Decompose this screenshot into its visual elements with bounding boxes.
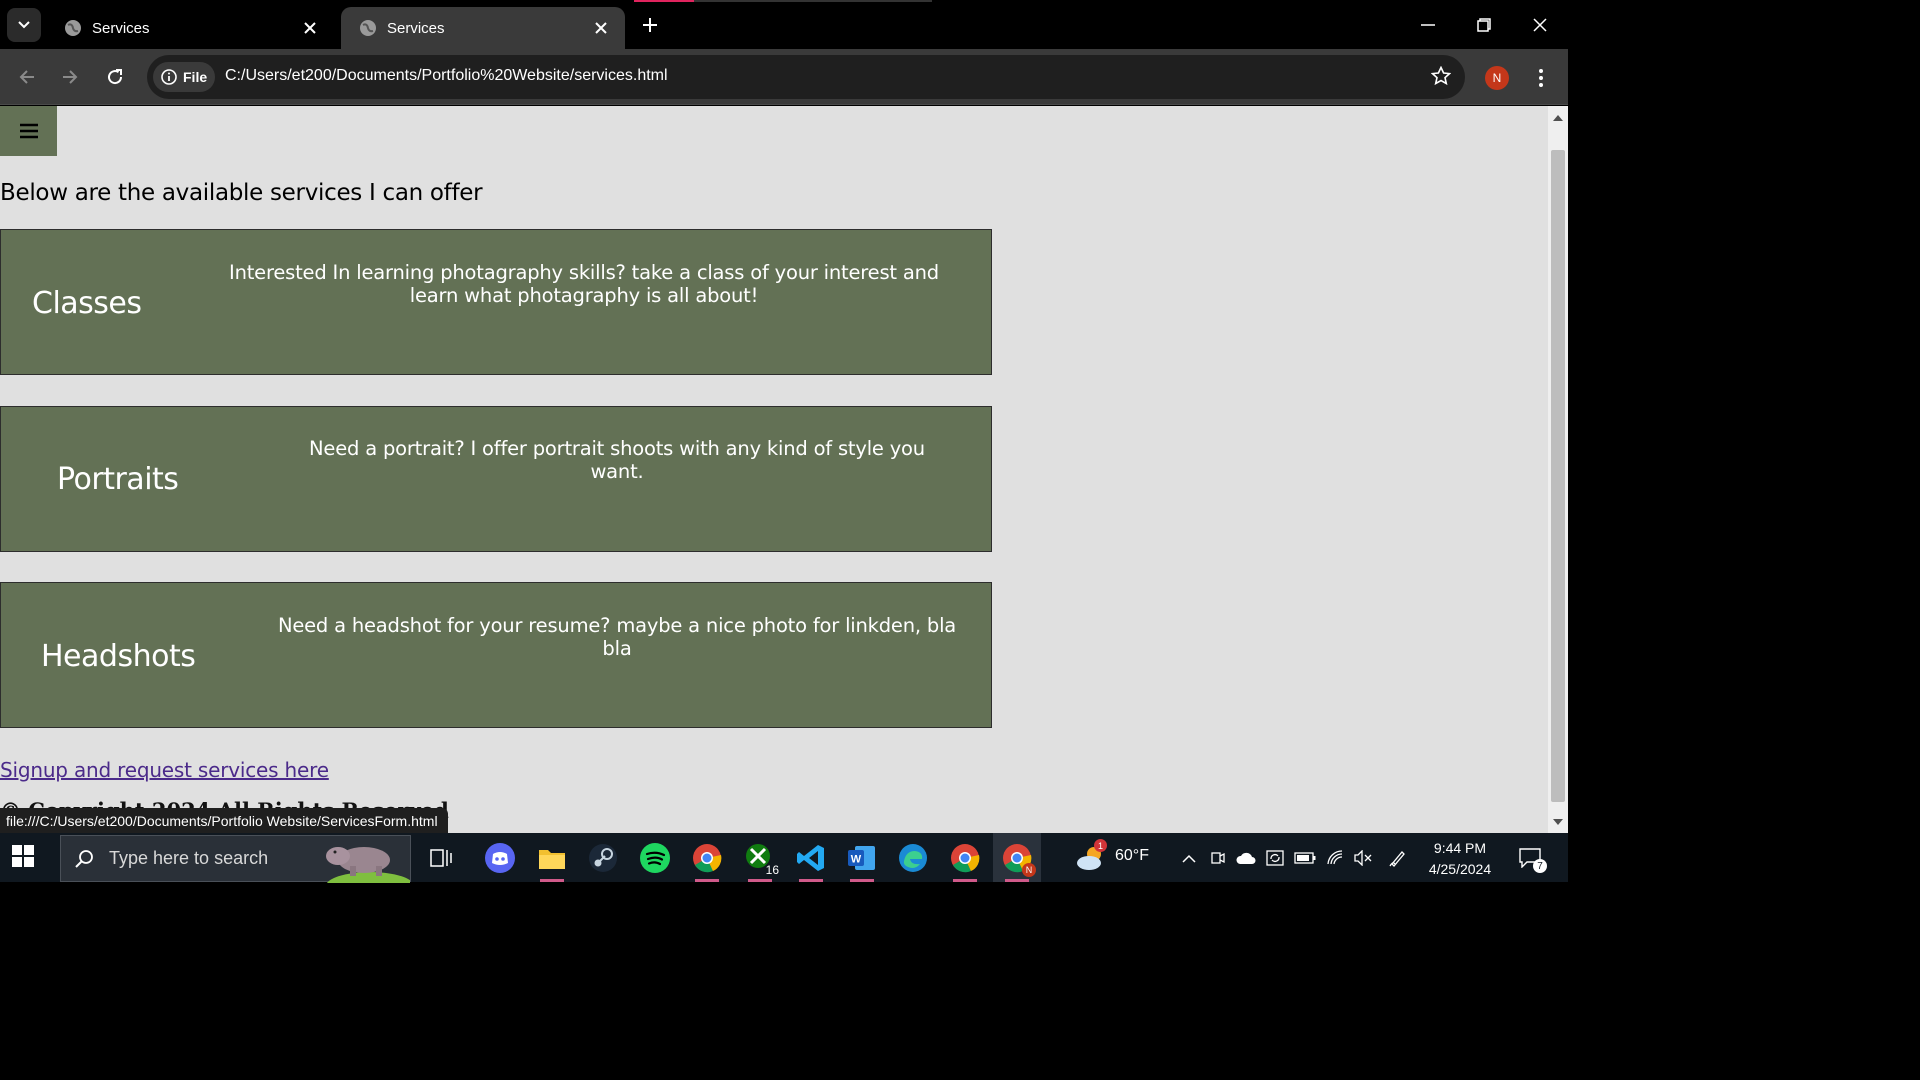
weather-icon[interactable]: 1 [1073, 839, 1107, 875]
tab-strip: Services Services [0, 0, 1568, 49]
restore-button[interactable] [1469, 10, 1499, 40]
signup-link[interactable]: Signup and request services here [0, 758, 329, 782]
close-icon [1533, 18, 1547, 32]
chrome-icon[interactable] [948, 841, 982, 882]
back-button[interactable] [11, 61, 43, 93]
edge-icon[interactable] [896, 841, 930, 875]
more-vertical-icon [1539, 69, 1543, 87]
info-icon [161, 69, 177, 85]
scroll-up-arrow-icon[interactable] [1552, 112, 1564, 124]
service-card-portraits: Portraits Need a portrait? I offer portr… [0, 406, 992, 552]
search-placeholder: Type here to search [109, 848, 269, 868]
minimize-button[interactable] [1413, 10, 1443, 40]
close-window-button[interactable] [1525, 10, 1555, 40]
xbox-badge: 16 [763, 863, 781, 877]
weather-temperature[interactable]: 60°F [1115, 847, 1149, 865]
clock-date: 4/25/2024 [1428, 861, 1492, 877]
vscode-icon[interactable] [794, 841, 828, 882]
windows-logo-icon [12, 845, 34, 867]
clock-time: 9:44 PM [1433, 840, 1487, 856]
arrow-left-icon [19, 70, 34, 84]
discord-icon[interactable] [483, 841, 517, 875]
service-description: Interested In learning photagraphy skill… [229, 261, 939, 307]
service-title: Portraits [57, 462, 179, 497]
address-bar[interactable]: File C:/Users/et200/Documents/Portfolio%… [147, 55, 1465, 99]
reload-button[interactable] [99, 61, 131, 93]
volume-muted-icon[interactable] [1346, 841, 1380, 875]
hamburger-menu-button[interactable] [0, 106, 57, 156]
link-status-bubble: file:///C:/Users/et200/Documents/Portfol… [0, 808, 448, 833]
close-tab-icon[interactable] [300, 18, 320, 38]
globe-icon [360, 20, 376, 36]
sync-icon[interactable] [1258, 841, 1292, 875]
plus-icon [643, 18, 657, 32]
browser-menu-button[interactable] [1530, 64, 1552, 92]
tab-title: Services [387, 19, 445, 37]
new-tab-button[interactable] [636, 11, 664, 39]
arrow-right-icon [63, 70, 78, 84]
file-explorer-icon[interactable] [535, 841, 569, 882]
scrollbar-thumb[interactable] [1551, 150, 1565, 802]
page-scrollbar[interactable] [1548, 106, 1568, 833]
browser-toolbar: File C:/Users/et200/Documents/Portfolio%… [0, 49, 1568, 105]
svg-text:W: W [851, 854, 862, 866]
start-button[interactable] [12, 845, 34, 871]
globe-icon [65, 20, 81, 36]
service-title: Headshots [41, 639, 196, 674]
loading-indicator [634, 0, 932, 2]
search-highlight-hippo-icon [326, 847, 410, 883]
url-text[interactable]: C:/Users/et200/Documents/Portfolio%20Web… [225, 67, 668, 85]
reload-icon [108, 69, 123, 85]
search-icon [75, 849, 93, 868]
task-view-icon[interactable] [424, 841, 458, 875]
profile-avatar[interactable]: N [1485, 66, 1509, 90]
service-card-classes: Classes Interested In learning photagrap… [0, 229, 992, 375]
minimize-icon [1421, 24, 1435, 26]
chrome-profile-badge: N [1022, 863, 1036, 877]
service-title: Classes [32, 286, 142, 321]
intro-heading: Below are the available services I can o… [0, 180, 483, 206]
battery-icon[interactable] [1288, 841, 1322, 875]
service-description: Need a headshot for your resume? maybe a… [277, 614, 957, 660]
page-content: Below are the available services I can o… [0, 106, 1548, 833]
notification-count: 7 [1533, 859, 1547, 873]
tab-title: Services [92, 19, 150, 37]
pen-icon[interactable] [1381, 841, 1415, 875]
forward-button[interactable] [54, 61, 86, 93]
service-card-headshots: Headshots Need a headshot for your resum… [0, 582, 992, 728]
restore-icon [1477, 18, 1491, 32]
chevron-down-icon [18, 21, 30, 29]
spotify-icon[interactable] [638, 841, 672, 875]
bookmark-star-icon[interactable] [1430, 65, 1452, 90]
windows-taskbar: Type here to search 16 W N 1 60°F 9:44 P… [0, 833, 1568, 883]
weather-badge: 1 [1094, 839, 1107, 852]
notifications-icon[interactable]: 7 [1513, 841, 1547, 875]
site-info-chip[interactable]: File [153, 62, 215, 92]
chrome-icon[interactable] [690, 841, 724, 882]
taskbar-clock[interactable]: 9:44 PM 4/25/2024 [1418, 838, 1502, 880]
tab-services-2[interactable]: Services [341, 7, 625, 49]
tab-services-1[interactable]: Services [46, 7, 334, 49]
site-info-label: File [183, 69, 208, 85]
xbox-icon[interactable]: 16 [743, 841, 781, 882]
hamburger-icon [19, 123, 38, 139]
word-icon[interactable]: W [845, 841, 879, 882]
close-tab-icon[interactable] [591, 18, 611, 38]
service-description: Need a portrait? I offer portrait shoots… [309, 437, 925, 483]
scroll-down-arrow-icon[interactable] [1552, 816, 1564, 828]
steam-icon[interactable] [586, 841, 620, 875]
chrome-profile-icon[interactable]: N [1000, 841, 1036, 882]
tab-search-button[interactable] [7, 8, 41, 42]
taskbar-search-box[interactable]: Type here to search [60, 835, 411, 883]
